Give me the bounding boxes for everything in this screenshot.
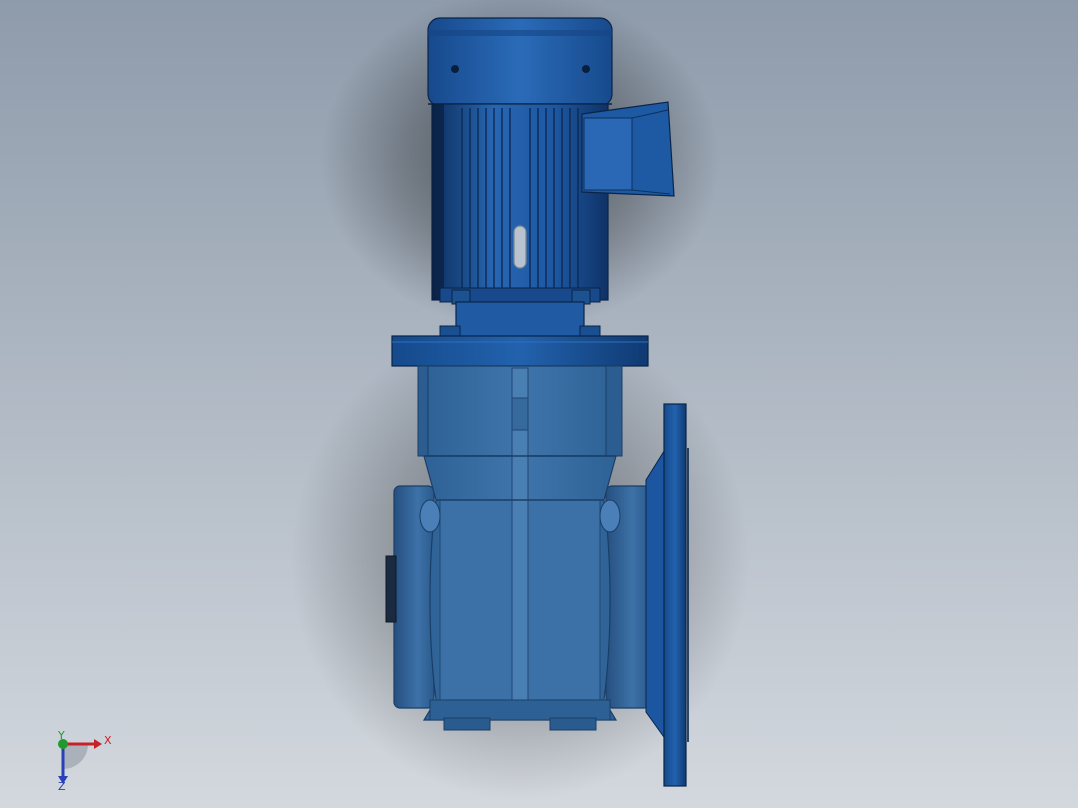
upper-housing-left-side	[417, 365, 429, 457]
lifting-eye-icon	[513, 225, 527, 269]
right-boss	[599, 499, 621, 533]
3d-viewport[interactable]: X Y Z	[0, 0, 1078, 808]
left-boss	[419, 499, 441, 533]
upper-housing-right-side	[605, 365, 623, 457]
motor-adapter-neck[interactable]	[455, 301, 585, 339]
y-axis-label: Y	[57, 729, 65, 742]
z-axis-label: Z	[58, 780, 66, 793]
housing-front-panel-left	[439, 499, 513, 703]
housing-bottom-base	[429, 699, 611, 721]
cad-scene[interactable]: X Y Z	[0, 0, 1078, 808]
motor-mount-flange[interactable]	[391, 335, 649, 367]
left-shaft-cap	[385, 555, 397, 623]
housing-foot-right	[549, 717, 597, 731]
motor-left-dark-edge	[432, 104, 444, 300]
housing-front-panel-right	[527, 499, 601, 703]
terminal-box-face	[583, 117, 633, 191]
x-axis-label: X	[104, 734, 112, 747]
rib-upper-block	[511, 397, 529, 431]
output-flange-cone	[645, 446, 667, 742]
cap-screw-left	[451, 65, 459, 73]
housing-foot-left	[443, 717, 491, 731]
cap-screw-right	[582, 65, 590, 73]
output-flange-disc[interactable]	[663, 403, 687, 787]
motor-cap-band	[428, 30, 612, 36]
